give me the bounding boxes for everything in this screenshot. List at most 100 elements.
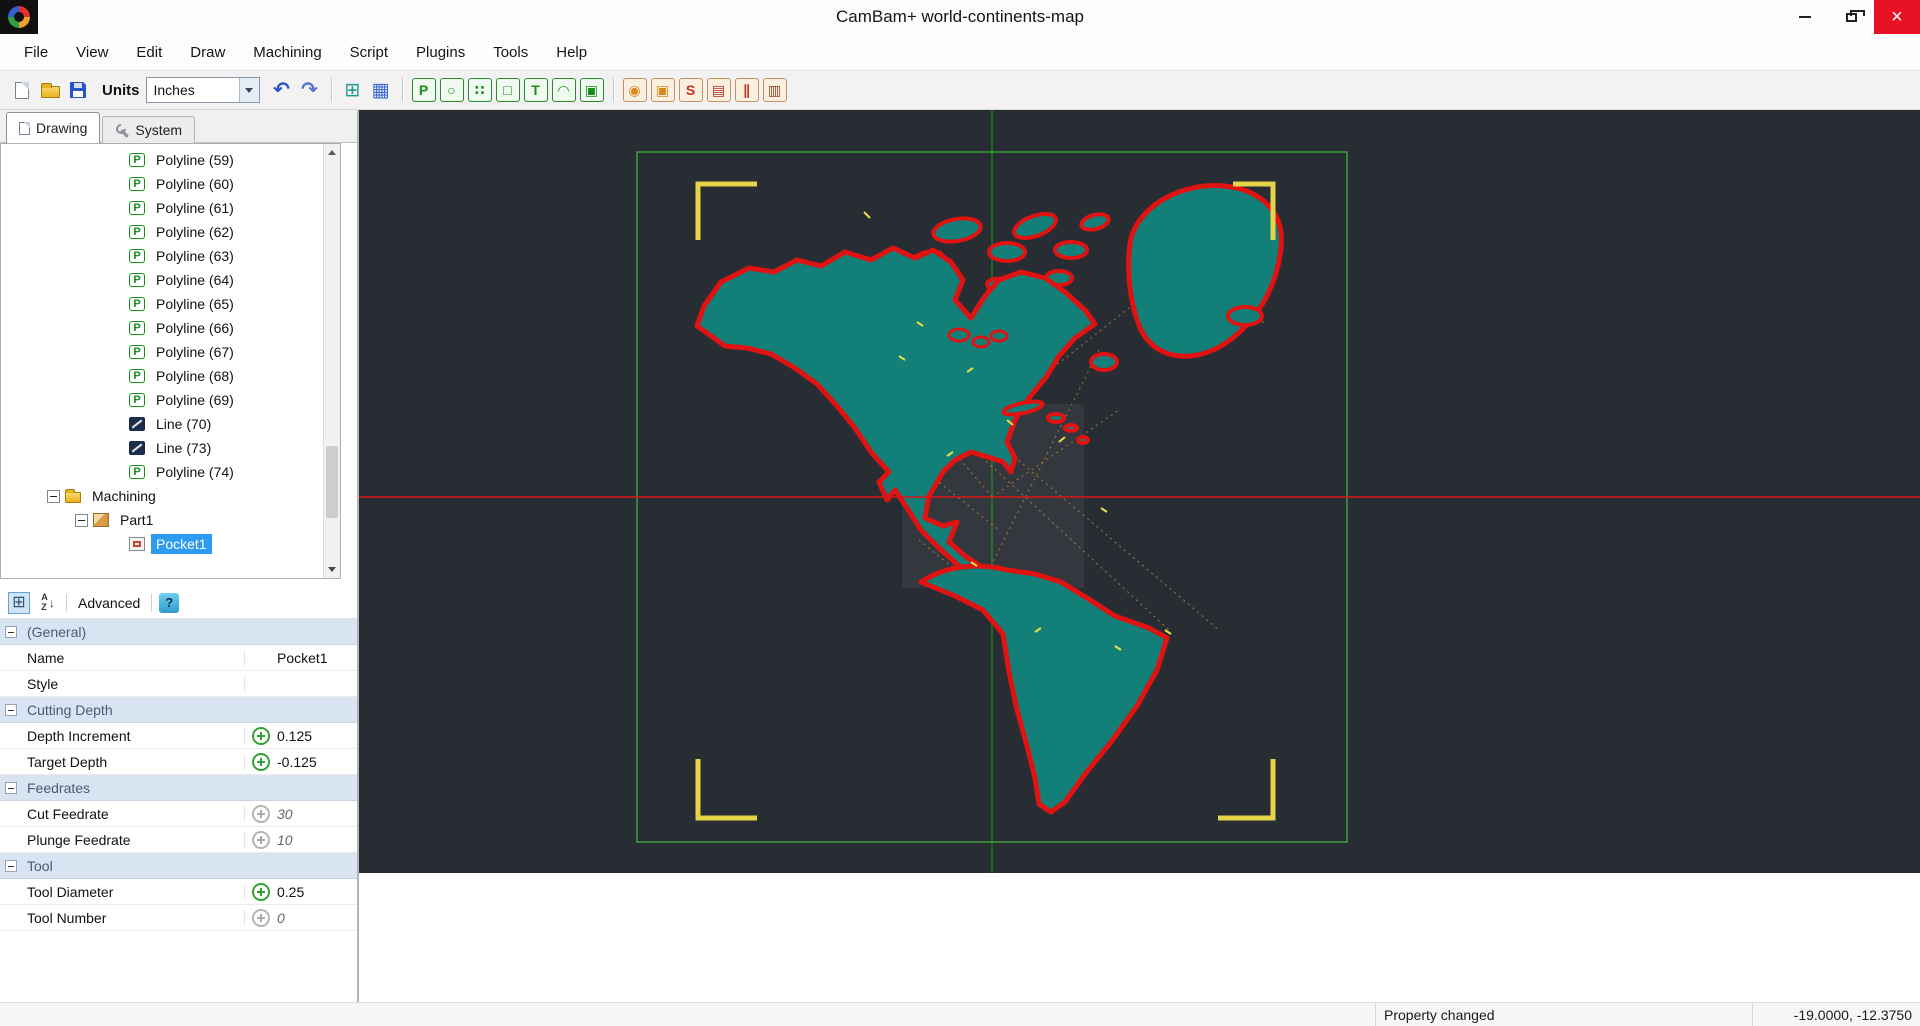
tree-item[interactable]: Polyline (65) — [1, 292, 340, 316]
tree-scrollbar[interactable] — [323, 144, 340, 578]
property-set-icon[interactable] — [252, 804, 270, 823]
property-set-icon[interactable] — [252, 830, 270, 849]
property-value[interactable]: Pocket1 — [275, 650, 357, 666]
property-label: Depth Increment — [23, 727, 245, 744]
tree-collapse-icon[interactable] — [47, 489, 60, 503]
draw-solid-icon[interactable]: ▣ — [579, 78, 604, 102]
menu-item[interactable]: Draw — [176, 34, 239, 70]
menu-item[interactable]: View — [62, 34, 122, 70]
mop-lathe-icon[interactable]: ▥ — [762, 78, 787, 102]
redo-icon[interactable]: ↷ — [296, 76, 324, 104]
property-value[interactable]: 30 — [275, 806, 357, 822]
mop-pocket-icon[interactable]: ▣ — [650, 78, 675, 102]
property-row[interactable]: Plunge Feedrate 10 — [0, 827, 357, 853]
maximize-button[interactable] — [1828, 0, 1874, 34]
property-value[interactable]: 0.25 — [275, 884, 357, 900]
panel-tab[interactable]: System — [102, 116, 196, 143]
mop-3dprofile-icon[interactable]: ∥ — [734, 78, 759, 102]
tree-item[interactable]: Polyline (64) — [1, 268, 340, 292]
new-file-button[interactable] — [8, 76, 36, 104]
tree-item[interactable]: Polyline (59) — [1, 148, 340, 172]
tree-item[interactable]: Polyline (61) — [1, 196, 340, 220]
menu-item[interactable]: Plugins — [402, 34, 479, 70]
draw-points-icon[interactable]: ∷ — [467, 78, 492, 102]
property-value[interactable]: 0.125 — [275, 728, 357, 744]
scroll-down-button[interactable] — [324, 561, 340, 578]
units-dropdown-button[interactable] — [238, 78, 259, 102]
close-button[interactable]: × — [1874, 0, 1920, 34]
draw-polyline-icon[interactable]: P — [411, 78, 436, 102]
tree-item[interactable]: Line (70) — [1, 412, 340, 436]
menu-item[interactable]: File — [10, 34, 62, 70]
undo-icon[interactable]: ↶ — [268, 76, 296, 104]
tree-item[interactable]: Polyline (60) — [1, 172, 340, 196]
property-row[interactable]: Target Depth -0.125 — [0, 749, 357, 775]
property-row[interactable]: Cutting Depth — [0, 697, 357, 723]
tree-item[interactable]: Pocket1 — [1, 532, 340, 556]
draw-circle-icon[interactable]: ○ — [439, 78, 464, 102]
mop-profile-icon[interactable]: S — [678, 78, 703, 102]
property-row[interactable]: Name Pocket1 — [0, 645, 357, 671]
main-toolbar: Units Inches ↶ ↷ ⊞ ▦ P ○ ∷ □ T ◠ ▣ ◉ ▣ S… — [0, 70, 1920, 110]
property-row[interactable]: (General) — [0, 619, 357, 645]
section-collapse-icon[interactable] — [5, 625, 17, 638]
tree-item-icon — [129, 225, 145, 239]
units-dropdown[interactable]: Inches — [145, 77, 260, 103]
property-row[interactable]: Tool — [0, 853, 357, 879]
property-set-icon[interactable] — [252, 908, 270, 927]
section-collapse-icon[interactable] — [5, 703, 17, 716]
menu-item[interactable]: Machining — [239, 34, 335, 70]
tree-item[interactable]: Polyline (63) — [1, 244, 340, 268]
draw-text-icon[interactable]: T — [523, 78, 548, 102]
tree-item[interactable]: Polyline (62) — [1, 220, 340, 244]
property-set-icon[interactable] — [252, 752, 270, 771]
south-america-shape — [918, 563, 1170, 815]
minimize-button[interactable] — [1782, 0, 1828, 34]
property-row[interactable]: Cut Feedrate 30 — [0, 801, 357, 827]
property-value[interactable]: 0 — [275, 910, 357, 926]
snap-grid-icon[interactable]: ⊞ — [339, 76, 367, 104]
titlebar: CamBam+ world-continents-map × — [0, 0, 1920, 34]
property-row[interactable]: Depth Increment 0.125 — [0, 723, 357, 749]
left-panel: Drawing System P Polyline (59) P Polylin… — [0, 110, 357, 1002]
save-file-button[interactable] — [64, 76, 92, 104]
tree-item[interactable]: Machining — [1, 484, 340, 508]
units-label: Units — [102, 81, 140, 99]
advanced-button[interactable]: Advanced — [74, 595, 144, 611]
property-value[interactable]: -0.125 — [275, 754, 357, 770]
menu-item[interactable]: Script — [336, 34, 402, 70]
scroll-up-button[interactable] — [324, 144, 340, 161]
panel-tab[interactable]: Drawing — [6, 112, 101, 143]
menu-item[interactable]: Edit — [122, 34, 176, 70]
tree-item[interactable]: Line (73) — [1, 436, 340, 460]
mop-drill-icon[interactable]: ◉ — [622, 78, 647, 102]
tree-item[interactable]: Polyline (68) — [1, 364, 340, 388]
property-set-icon[interactable] — [252, 882, 270, 901]
tree-collapse-icon[interactable] — [75, 513, 88, 527]
property-row[interactable]: Tool Diameter 0.25 — [0, 879, 357, 905]
property-value[interactable]: 10 — [275, 832, 357, 848]
tree-item[interactable]: Polyline (66) — [1, 316, 340, 340]
draw-rect-icon[interactable]: □ — [495, 78, 520, 102]
tree-item[interactable]: Polyline (69) — [1, 388, 340, 412]
property-row[interactable]: Tool Number 0 — [0, 905, 357, 931]
tree-item[interactable]: Part1 — [1, 508, 340, 532]
property-set-icon[interactable] — [252, 726, 270, 745]
property-row[interactable]: Style — [0, 671, 357, 697]
categorized-icon[interactable]: ⊞ — [8, 591, 30, 614]
mop-engrave-icon[interactable]: ▤ — [706, 78, 731, 102]
draw-arc-icon[interactable]: ◠ — [551, 78, 576, 102]
drawing-canvas[interactable] — [359, 110, 1920, 873]
open-file-button[interactable] — [36, 76, 64, 104]
menu-item[interactable]: Tools — [479, 34, 542, 70]
menu-item[interactable]: Help — [542, 34, 601, 70]
property-row[interactable]: Feedrates — [0, 775, 357, 801]
sort-alphabetical-icon[interactable]: AZ ↓ — [37, 592, 59, 614]
scrollbar-thumb[interactable] — [326, 446, 338, 518]
tree-item[interactable]: Polyline (67) — [1, 340, 340, 364]
help-icon[interactable]: ? — [159, 592, 180, 613]
tree-item[interactable]: Polyline (74) — [1, 460, 340, 484]
section-collapse-icon[interactable] — [5, 781, 17, 794]
grid-icon[interactable]: ▦ — [367, 76, 395, 104]
section-collapse-icon[interactable] — [5, 859, 17, 872]
